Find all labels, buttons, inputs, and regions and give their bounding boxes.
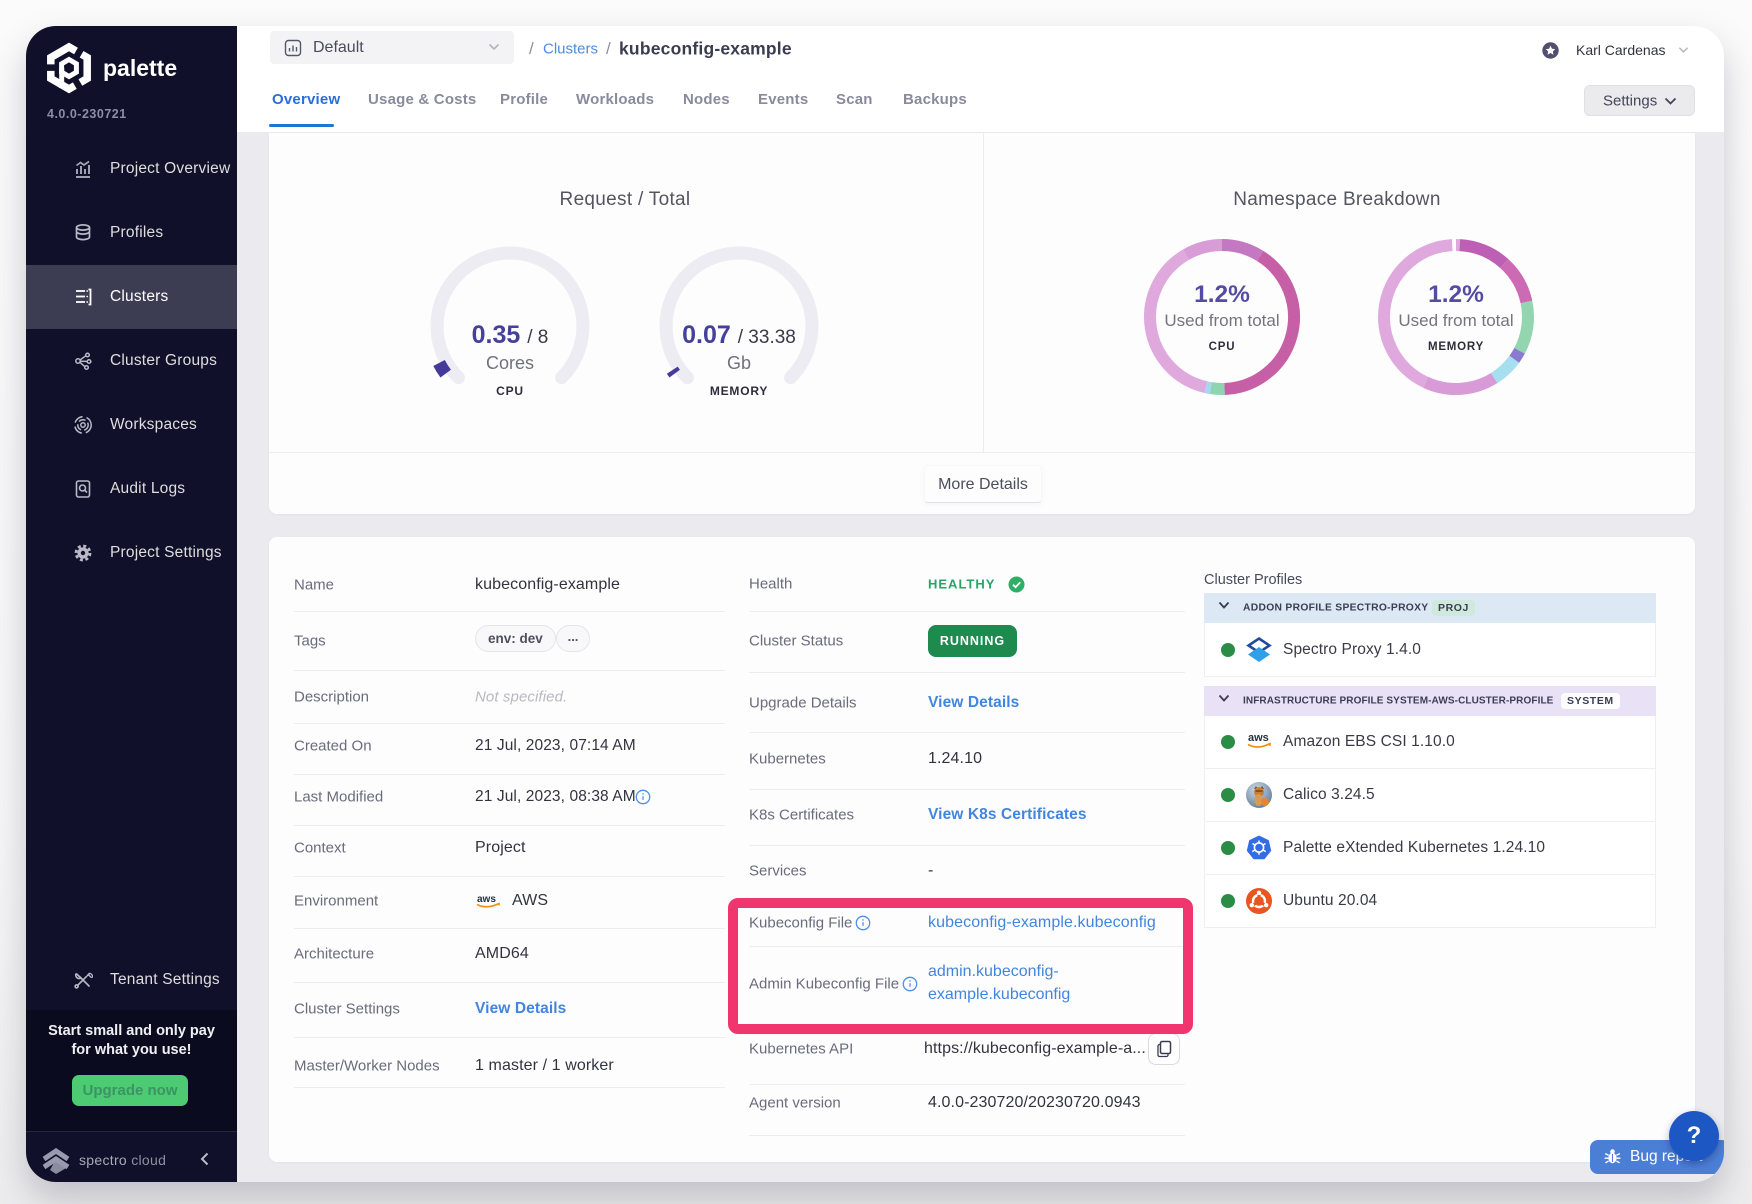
svg-text:palette: palette xyxy=(103,55,177,81)
svg-text:aws: aws xyxy=(1248,732,1269,744)
svg-text:aws: aws xyxy=(477,894,496,905)
